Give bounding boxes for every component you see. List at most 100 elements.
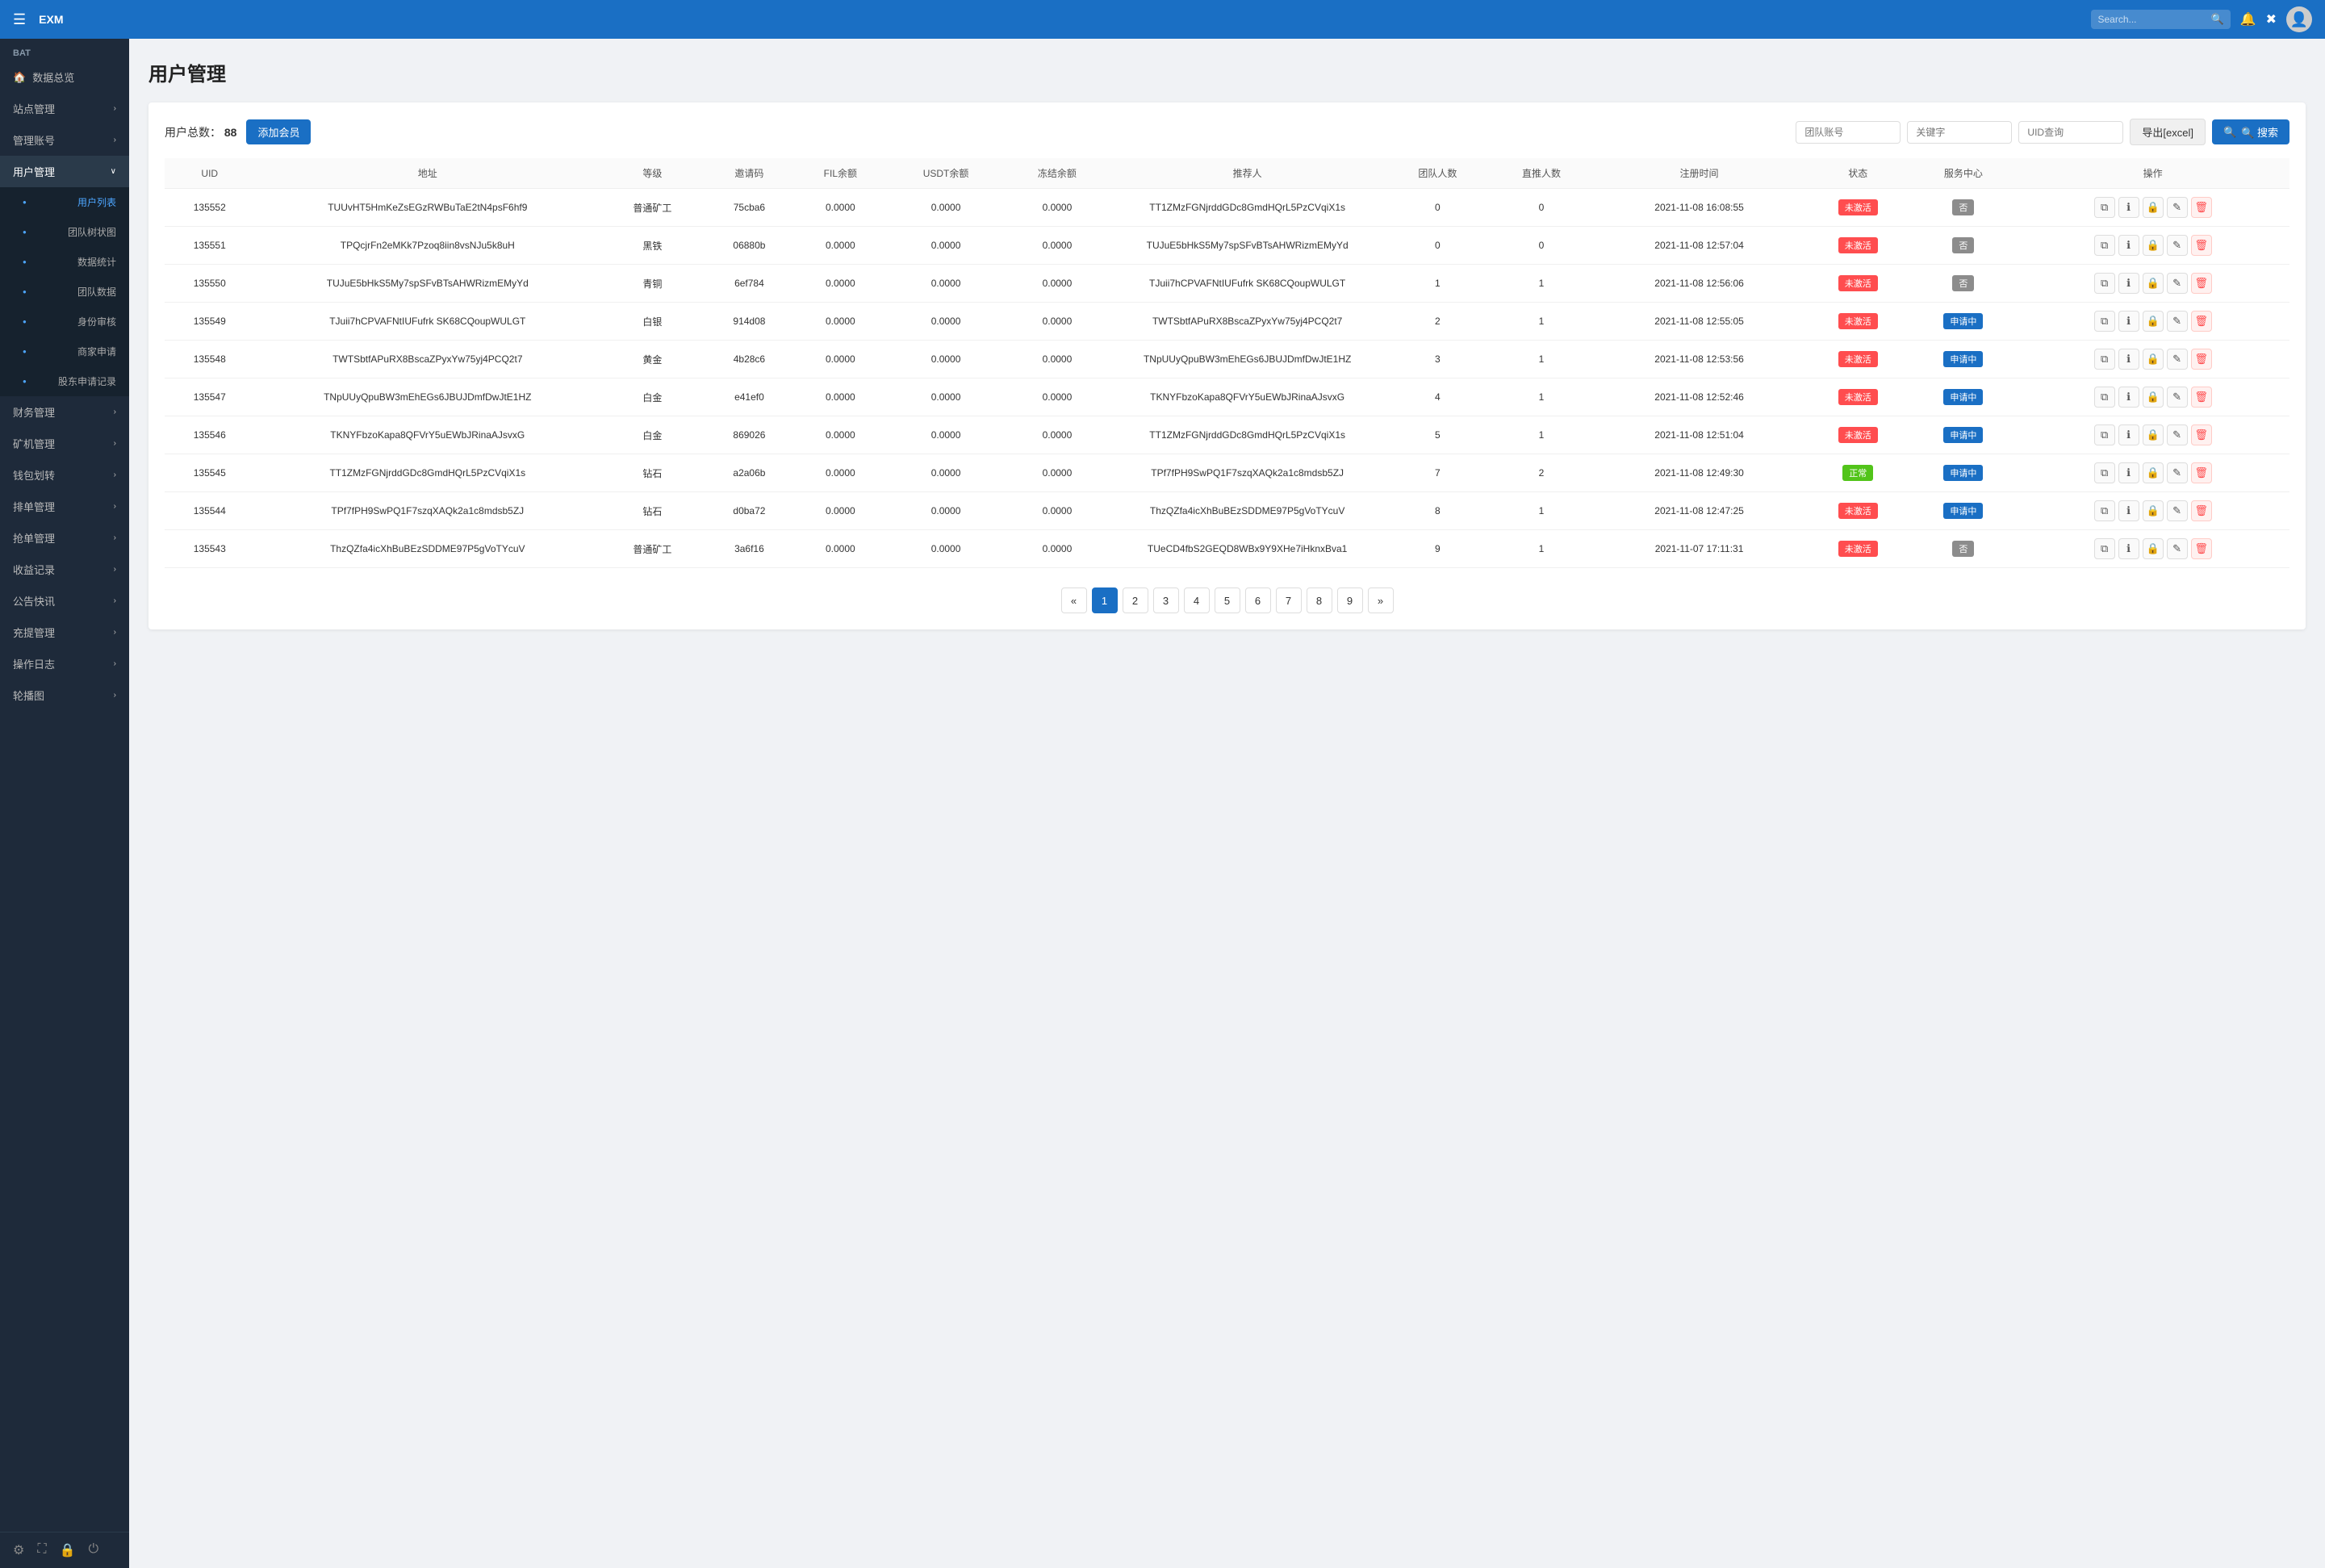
action-info-btn[interactable]: ℹ bbox=[2118, 311, 2139, 332]
action-lock-btn[interactable]: 🔒 bbox=[2143, 462, 2164, 483]
pagination-page-7[interactable]: 7 bbox=[1276, 587, 1302, 613]
search-input[interactable] bbox=[2097, 14, 2210, 25]
team-account-input[interactable] bbox=[1796, 121, 1901, 144]
sidebar-item-miner[interactable]: 矿机管理 › bbox=[0, 428, 129, 459]
sidebar-item-finance[interactable]: 财务管理 › bbox=[0, 396, 129, 428]
action-edit-btn[interactable]: ✎ bbox=[2167, 387, 2188, 408]
action-delete-btn[interactable]: 🗑 bbox=[2191, 197, 2212, 218]
pagination-page-9[interactable]: 9 bbox=[1337, 587, 1363, 613]
avatar[interactable]: 👤 bbox=[2286, 6, 2312, 32]
sidebar-item-earnings[interactable]: 收益记录 › bbox=[0, 554, 129, 585]
export-button[interactable]: 导出[excel] bbox=[2130, 119, 2206, 145]
action-info-btn[interactable]: ℹ bbox=[2118, 197, 2139, 218]
sidebar-item-team-data[interactable]: 团队数据 bbox=[0, 277, 129, 307]
action-edit-btn[interactable]: ✎ bbox=[2167, 349, 2188, 370]
action-edit-btn[interactable]: ✎ bbox=[2167, 538, 2188, 559]
action-delete-btn[interactable]: 🗑 bbox=[2191, 387, 2212, 408]
action-delete-btn[interactable]: 🗑 bbox=[2191, 349, 2212, 370]
action-edit-btn[interactable]: ✎ bbox=[2167, 424, 2188, 445]
action-lock-btn[interactable]: 🔒 bbox=[2143, 311, 2164, 332]
search-button[interactable]: 🔍 🔍 搜索 bbox=[2212, 119, 2289, 144]
sidebar-item-order[interactable]: 抢单管理 › bbox=[0, 522, 129, 554]
action-lock-btn[interactable]: 🔒 bbox=[2143, 349, 2164, 370]
action-edit-btn[interactable]: ✎ bbox=[2167, 273, 2188, 294]
sidebar-item-data-stats[interactable]: 数据统计 bbox=[0, 247, 129, 277]
action-copy-btn[interactable]: ⧉ bbox=[2094, 235, 2115, 256]
action-copy-btn[interactable]: ⧉ bbox=[2094, 538, 2115, 559]
search-box[interactable]: 🔍 bbox=[2091, 10, 2230, 29]
expand-icon[interactable]: ⛶ bbox=[37, 1542, 46, 1558]
action-delete-btn[interactable]: 🗑 bbox=[2191, 424, 2212, 445]
keyword-input[interactable] bbox=[1907, 121, 2012, 144]
action-lock-btn[interactable]: 🔒 bbox=[2143, 273, 2164, 294]
action-lock-btn[interactable]: 🔒 bbox=[2143, 197, 2164, 218]
action-delete-btn[interactable]: 🗑 bbox=[2191, 273, 2212, 294]
lock-icon[interactable]: 🔒 bbox=[60, 1542, 76, 1558]
sidebar-item-user-list[interactable]: 用户列表 bbox=[0, 187, 129, 217]
action-copy-btn[interactable]: ⧉ bbox=[2094, 311, 2115, 332]
sidebar-item-merchant-apply[interactable]: 商家申请 bbox=[0, 337, 129, 366]
sidebar-item-queue[interactable]: 排单管理 › bbox=[0, 491, 129, 522]
hamburger-icon[interactable]: ☰ bbox=[13, 11, 26, 28]
pagination-page-1[interactable]: 1 bbox=[1092, 587, 1118, 613]
sidebar-item-identity-audit[interactable]: 身份审核 bbox=[0, 307, 129, 337]
action-info-btn[interactable]: ℹ bbox=[2118, 500, 2139, 521]
pagination-page-5[interactable]: 5 bbox=[1215, 587, 1240, 613]
sidebar-item-users[interactable]: 用户管理 ∨ bbox=[0, 156, 129, 187]
sidebar-item-dashboard[interactable]: 🏠 数据总览 bbox=[0, 61, 129, 93]
action-edit-btn[interactable]: ✎ bbox=[2167, 311, 2188, 332]
action-info-btn[interactable]: ℹ bbox=[2118, 387, 2139, 408]
action-delete-btn[interactable]: 🗑 bbox=[2191, 462, 2212, 483]
sidebar-item-oplog[interactable]: 操作日志 › bbox=[0, 648, 129, 679]
action-info-btn[interactable]: ℹ bbox=[2118, 273, 2139, 294]
uid-input[interactable] bbox=[2018, 121, 2123, 144]
sidebar-item-news[interactable]: 公告快讯 › bbox=[0, 585, 129, 617]
action-lock-btn[interactable]: 🔒 bbox=[2143, 538, 2164, 559]
pagination-page-6[interactable]: 6 bbox=[1245, 587, 1271, 613]
sidebar-item-banner[interactable]: 轮播图 › bbox=[0, 679, 129, 711]
action-info-btn[interactable]: ℹ bbox=[2118, 462, 2139, 483]
cell-invite: d0ba72 bbox=[705, 492, 795, 530]
power-icon[interactable]: ⏻ bbox=[88, 1542, 98, 1558]
action-copy-btn[interactable]: ⧉ bbox=[2094, 273, 2115, 294]
action-delete-btn[interactable]: 🗑 bbox=[2191, 500, 2212, 521]
sidebar-item-site[interactable]: 站点管理 › bbox=[0, 93, 129, 124]
bell-icon[interactable]: 🔔 bbox=[2240, 11, 2256, 27]
action-info-btn[interactable]: ℹ bbox=[2118, 235, 2139, 256]
sidebar-item-stock-apply[interactable]: 股东申请记录 bbox=[0, 366, 129, 396]
pagination-page-3[interactable]: 3 bbox=[1153, 587, 1179, 613]
action-info-btn[interactable]: ℹ bbox=[2118, 424, 2139, 445]
action-edit-btn[interactable]: ✎ bbox=[2167, 462, 2188, 483]
action-info-btn[interactable]: ℹ bbox=[2118, 349, 2139, 370]
action-delete-btn[interactable]: 🗑 bbox=[2191, 235, 2212, 256]
pagination-page-4[interactable]: 4 bbox=[1184, 587, 1210, 613]
action-delete-btn[interactable]: 🗑 bbox=[2191, 538, 2212, 559]
action-copy-btn[interactable]: ⧉ bbox=[2094, 197, 2115, 218]
pagination-page-2[interactable]: 2 bbox=[1123, 587, 1148, 613]
gear-icon[interactable]: ⚙ bbox=[13, 1542, 24, 1558]
action-copy-btn[interactable]: ⧉ bbox=[2094, 424, 2115, 445]
settings-icon[interactable]: ✖ bbox=[2266, 11, 2277, 27]
add-member-button[interactable]: 添加会员 bbox=[246, 119, 311, 144]
action-lock-btn[interactable]: 🔒 bbox=[2143, 424, 2164, 445]
sidebar-item-wallet[interactable]: 钱包划转 › bbox=[0, 459, 129, 491]
action-edit-btn[interactable]: ✎ bbox=[2167, 235, 2188, 256]
action-copy-btn[interactable]: ⧉ bbox=[2094, 349, 2115, 370]
action-copy-btn[interactable]: ⧉ bbox=[2094, 387, 2115, 408]
pagination-next[interactable]: » bbox=[1368, 587, 1394, 613]
sidebar-item-team-tree[interactable]: 团队树状图 bbox=[0, 217, 129, 247]
action-edit-btn[interactable]: ✎ bbox=[2167, 197, 2188, 218]
pagination-prev[interactable]: « bbox=[1061, 587, 1087, 613]
action-lock-btn[interactable]: 🔒 bbox=[2143, 500, 2164, 521]
action-copy-btn[interactable]: ⧉ bbox=[2094, 500, 2115, 521]
pagination-page-8[interactable]: 8 bbox=[1307, 587, 1332, 613]
sidebar-item-account[interactable]: 管理账号 › bbox=[0, 124, 129, 156]
total-label: 用户总数： 88 bbox=[165, 124, 236, 140]
action-edit-btn[interactable]: ✎ bbox=[2167, 500, 2188, 521]
action-lock-btn[interactable]: 🔒 bbox=[2143, 235, 2164, 256]
action-delete-btn[interactable]: 🗑 bbox=[2191, 311, 2212, 332]
action-lock-btn[interactable]: 🔒 bbox=[2143, 387, 2164, 408]
sidebar-item-recharge[interactable]: 充提管理 › bbox=[0, 617, 129, 648]
action-copy-btn[interactable]: ⧉ bbox=[2094, 462, 2115, 483]
action-info-btn[interactable]: ℹ bbox=[2118, 538, 2139, 559]
